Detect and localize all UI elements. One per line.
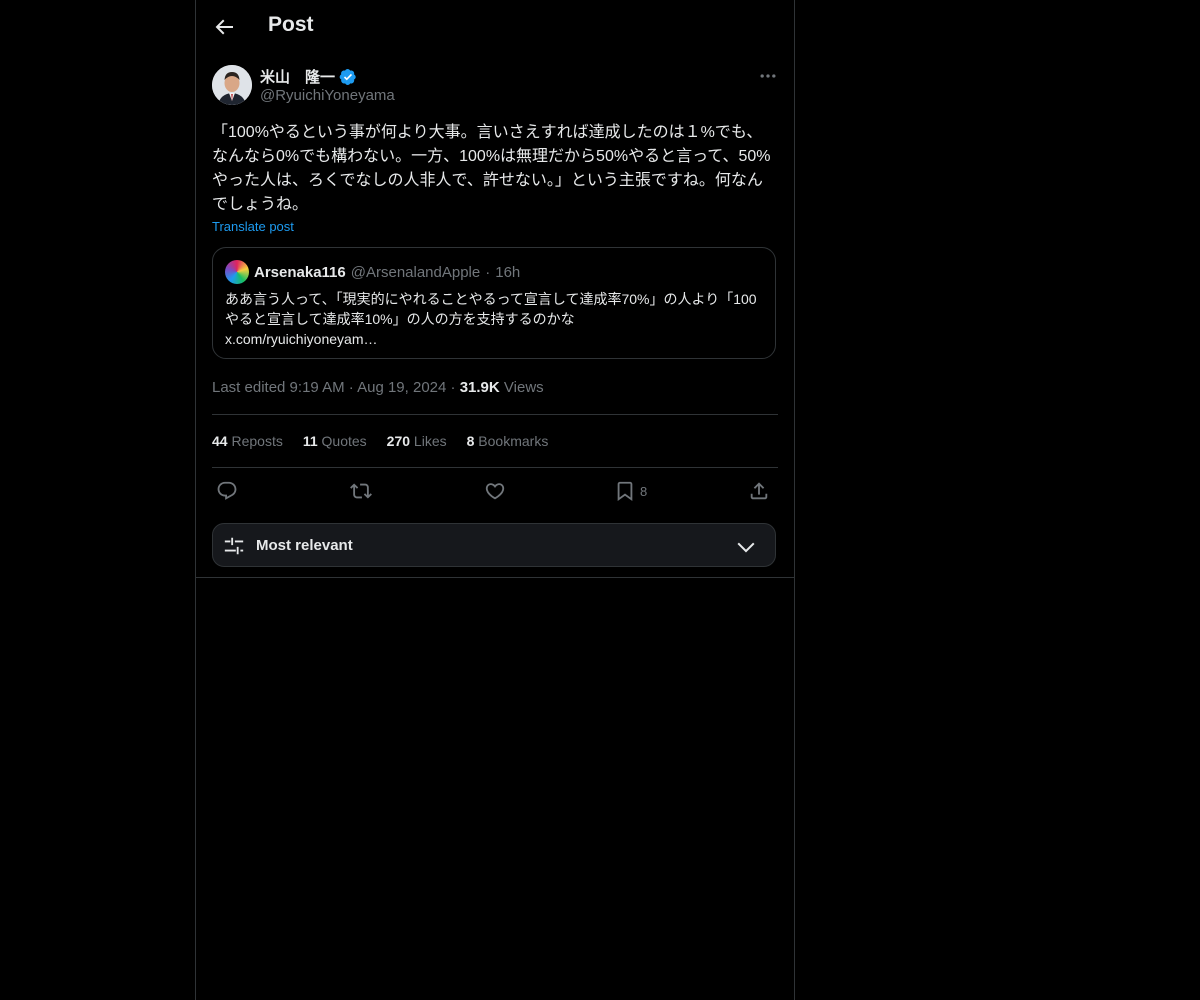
separator-dot: · bbox=[348, 379, 354, 396]
verified-badge-icon bbox=[339, 68, 356, 85]
quotes-count: 11 bbox=[302, 433, 318, 449]
edited-time[interactable]: Last edited 9:19 AM bbox=[212, 379, 345, 396]
divider bbox=[212, 467, 778, 468]
quoted-tweet-time: 16h bbox=[495, 263, 521, 281]
like-button[interactable] bbox=[484, 478, 506, 504]
likes-label: Likes bbox=[413, 433, 447, 449]
bookmark-icon bbox=[617, 481, 633, 502]
engagement-stats: 44 Reposts 11 Quotes 270 Likes 8 Bookmar… bbox=[212, 433, 548, 449]
page-title: Post bbox=[268, 13, 314, 36]
reposts-stat[interactable]: 44 Reposts bbox=[212, 433, 283, 449]
author-handle[interactable]: @RyuichiYoneyama bbox=[260, 87, 395, 104]
translate-post-link[interactable]: Translate post bbox=[212, 219, 294, 234]
tweet-meta: Last edited 9:19 AM · Aug 19, 2024 · 31.… bbox=[212, 379, 544, 396]
quoted-tweet-header: Arsenaka116 @ArsenalandApple · 16h bbox=[225, 260, 520, 284]
repost-icon bbox=[350, 483, 372, 499]
quoted-author-name: Arsenaka116 bbox=[254, 263, 346, 281]
bookmarks-count: 8 bbox=[466, 433, 475, 449]
reply-button[interactable] bbox=[216, 478, 238, 504]
bookmarks-label: Bookmarks bbox=[478, 433, 549, 449]
bookmarks-stat[interactable]: 8 Bookmarks bbox=[467, 433, 549, 449]
author-name-row: 米山 隆一 bbox=[260, 66, 357, 87]
quotes-stat[interactable]: 11 Quotes bbox=[303, 433, 367, 449]
more-options-icon[interactable] bbox=[758, 66, 778, 86]
share-button[interactable] bbox=[748, 478, 770, 504]
separator-dot: · bbox=[450, 379, 456, 396]
reposts-label: Reposts bbox=[231, 433, 283, 449]
page-header: Post bbox=[196, 0, 794, 54]
divider bbox=[212, 414, 778, 415]
post-date[interactable]: Aug 19, 2024 bbox=[357, 379, 446, 396]
quoted-author-avatar bbox=[225, 260, 249, 284]
views-label: Views bbox=[503, 379, 544, 396]
sort-label: Most relevant bbox=[256, 537, 353, 554]
share-icon bbox=[750, 482, 768, 500]
tweet-text: 「100%やるという事が何より大事。言いさえすれば達成したのは１%でも、なんなら… bbox=[212, 124, 771, 213]
reply-sort-dropdown[interactable]: Most relevant bbox=[212, 523, 776, 567]
action-bar: 8 bbox=[212, 478, 778, 504]
divider bbox=[196, 577, 794, 578]
reply-icon bbox=[217, 481, 237, 500]
reposts-count: 44 bbox=[212, 433, 228, 449]
quotes-label: Quotes bbox=[321, 433, 367, 449]
author-name[interactable]: 米山 隆一 bbox=[260, 66, 335, 87]
bookmark-count: 8 bbox=[640, 483, 648, 499]
likes-count: 270 bbox=[386, 433, 411, 449]
main-column: Post 米山 隆一 @RyuichiYoneyama 「100%やるという事が… bbox=[195, 0, 795, 1000]
author-avatar[interactable] bbox=[212, 65, 252, 105]
quoted-tweet-card[interactable]: Arsenaka116 @ArsenalandApple · 16h ああ言う人… bbox=[212, 247, 776, 359]
repost-button[interactable] bbox=[350, 478, 372, 504]
heart-icon bbox=[485, 483, 505, 500]
likes-stat[interactable]: 270 Likes bbox=[387, 433, 447, 449]
separator-dot: · bbox=[485, 263, 491, 281]
back-arrow-icon[interactable] bbox=[212, 15, 236, 39]
chevron-down-icon bbox=[737, 542, 755, 553]
filter-sliders-icon bbox=[224, 537, 244, 555]
bookmark-button[interactable]: 8 bbox=[614, 478, 647, 504]
quoted-tweet-text: ああ言う人って、「現実的にやれることやるって宣言して達成率70%」の人より「10… bbox=[225, 291, 757, 347]
quoted-author-handle: @ArsenalandApple bbox=[350, 263, 481, 281]
views-count: 31.9K bbox=[459, 379, 500, 396]
